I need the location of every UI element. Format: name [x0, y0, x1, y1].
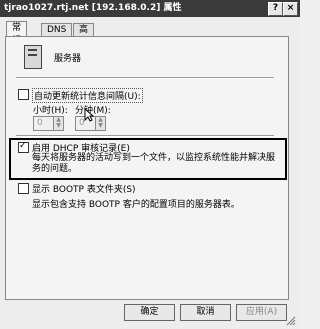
divider [16, 135, 274, 137]
tab-advanced[interactable]: 高级 [73, 23, 95, 48]
hours-stepper[interactable]: 0 ▲ ▼ [33, 116, 64, 131]
ok-button[interactable]: 确定 [124, 304, 175, 321]
auto-update-checkbox[interactable] [18, 89, 29, 100]
auto-update-label: 自动更新统计信息间隔(U): [32, 88, 143, 103]
resize-grip-icon[interactable] [286, 316, 296, 326]
dhcp-audit-description: 每天将服务器的活动写到一个文件，以监控系统性能并解决服务的问题。 [32, 153, 276, 174]
apply-button[interactable]: 应用(A) [236, 304, 287, 321]
title-bar: tjrao1027.rtj.net [192.168.0.2] 属性 ? × [0, 0, 300, 17]
tab-dns[interactable]: DNS [41, 23, 73, 37]
properties-dialog: tjrao1027.rtj.net [192.168.0.2] 属性 ? × 常… [0, 0, 300, 329]
server-icon [24, 45, 42, 69]
help-button[interactable]: ? [268, 2, 283, 16]
hours-label: 小时(H): [33, 106, 68, 116]
cancel-button[interactable]: 取消 [180, 304, 231, 321]
bootp-description: 显示包含支持 BOOTP 客户的配置项目的服务器表。 [32, 200, 240, 210]
close-button[interactable]: × [283, 2, 298, 16]
bootp-checkbox[interactable] [18, 183, 29, 194]
bootp-label: 显示 BOOTP 表文件夹(S) [32, 185, 136, 195]
window-title: tjrao1027.rtj.net [192.168.0.2] 属性 [4, 3, 182, 13]
divider [16, 77, 274, 79]
server-label: 服务器 [54, 54, 82, 64]
dhcp-audit-checkbox[interactable] [18, 142, 29, 153]
mouse-cursor-icon [84, 108, 94, 122]
